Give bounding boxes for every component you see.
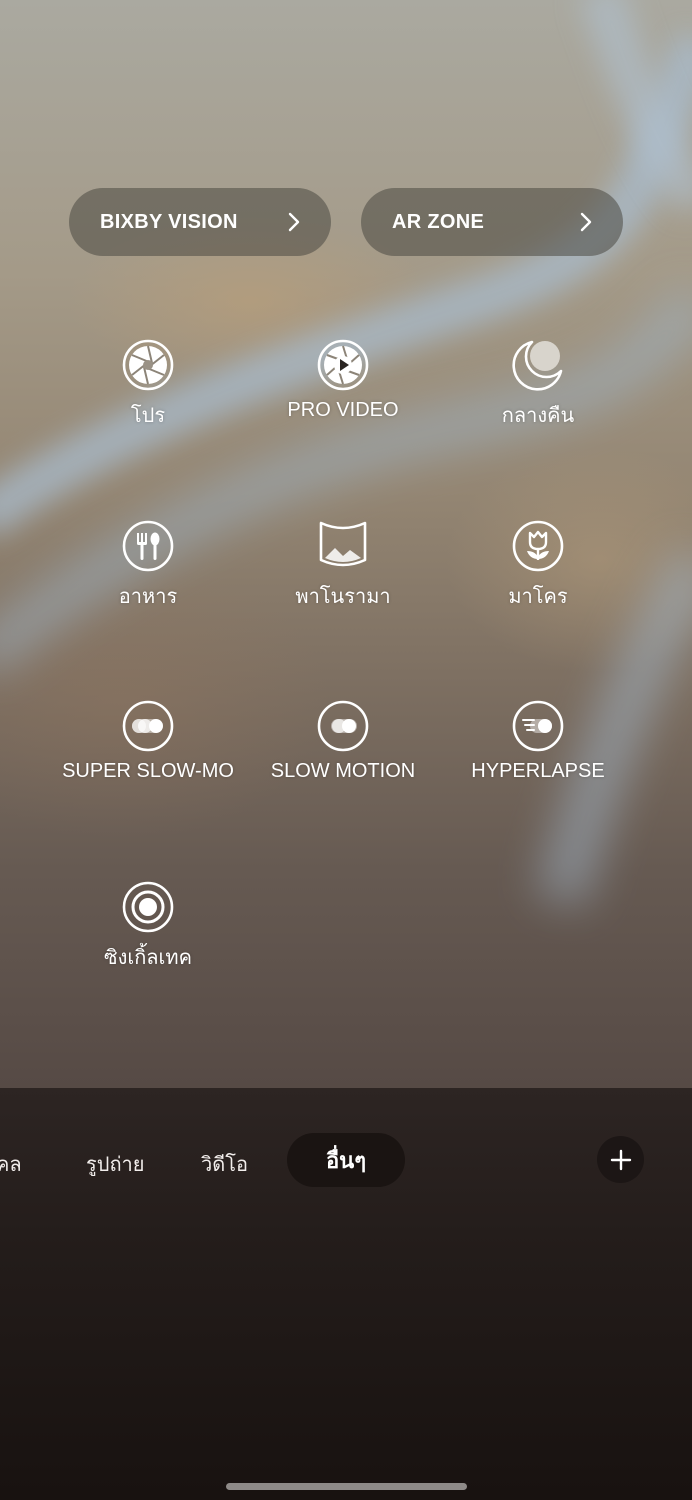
home-indicator[interactable] [226, 1483, 467, 1490]
tab-more-label: อื่นๆ [325, 1148, 367, 1174]
slow-motion-icon [317, 700, 369, 752]
mode-hyperlapse-label: HYPERLAPSE [471, 760, 605, 782]
fork-spoon-icon [122, 520, 174, 572]
mode-night[interactable]: กลางคืน [440, 339, 636, 431]
mode-pro[interactable]: โปร [50, 339, 246, 431]
chevron-right-icon [288, 212, 300, 232]
panorama-icon [319, 521, 367, 567]
bixby-vision-label: BIXBY VISION [100, 210, 238, 233]
mode-pro-label: โปร [130, 405, 166, 427]
camera-viewfinder[interactable]: BIXBY VISION AR ZONE โปร PRO VIDEO กลางค… [0, 0, 692, 1088]
aperture-icon [122, 339, 174, 391]
mode-super-slow-mo-label: SUPER SLOW-MO [62, 760, 234, 782]
moon-icon [512, 340, 563, 391]
mode-food[interactable]: อาหาร [50, 520, 246, 612]
mode-panorama-label: พาโนรามา [295, 586, 391, 608]
mode-macro[interactable]: มาโคร [440, 520, 636, 612]
super-slow-icon [122, 700, 174, 752]
plus-icon [610, 1149, 631, 1170]
mode-hyperlapse[interactable]: HYPERLAPSE [440, 700, 636, 783]
hyperlapse-icon [512, 700, 564, 752]
bixby-vision-button[interactable]: BIXBY VISION [69, 188, 331, 256]
mode-slow-motion-label: SLOW MOTION [270, 760, 416, 782]
mode-slow-motion[interactable]: SLOW MOTION [245, 700, 441, 783]
aperture-play-icon [317, 339, 369, 391]
flower-icon [512, 520, 564, 572]
mode-night-label: กลางคืน [501, 405, 575, 427]
tab-photo[interactable]: รูปถ่าย [86, 1148, 145, 1180]
single-take-icon [122, 881, 174, 933]
mode-pro-video[interactable]: PRO VIDEO [245, 339, 441, 422]
chevron-right-icon [580, 212, 592, 232]
mode-macro-label: มาโคร [508, 586, 568, 608]
mode-single-take[interactable]: ซิงเกิ้ลเทค [50, 881, 246, 973]
quick-actions: BIXBY VISION AR ZONE [69, 188, 623, 256]
mode-panorama[interactable]: พาโนรามา [245, 520, 441, 612]
tab-more[interactable]: อื่นๆ [287, 1133, 405, 1187]
tab-video[interactable]: วิดีโอ [201, 1148, 248, 1180]
ar-zone-button[interactable]: AR ZONE [361, 188, 623, 256]
mode-super-slow-mo[interactable]: SUPER SLOW-MO [50, 700, 246, 783]
mode-food-label: อาหาร [118, 586, 178, 608]
ar-zone-label: AR ZONE [392, 210, 485, 233]
mode-pro-video-label: PRO VIDEO [287, 399, 399, 421]
tab-portrait-partial[interactable]: คล [0, 1148, 22, 1180]
mode-single-take-label: ซิงเกิ้ลเทค [104, 947, 192, 969]
add-mode-button[interactable] [597, 1136, 644, 1183]
